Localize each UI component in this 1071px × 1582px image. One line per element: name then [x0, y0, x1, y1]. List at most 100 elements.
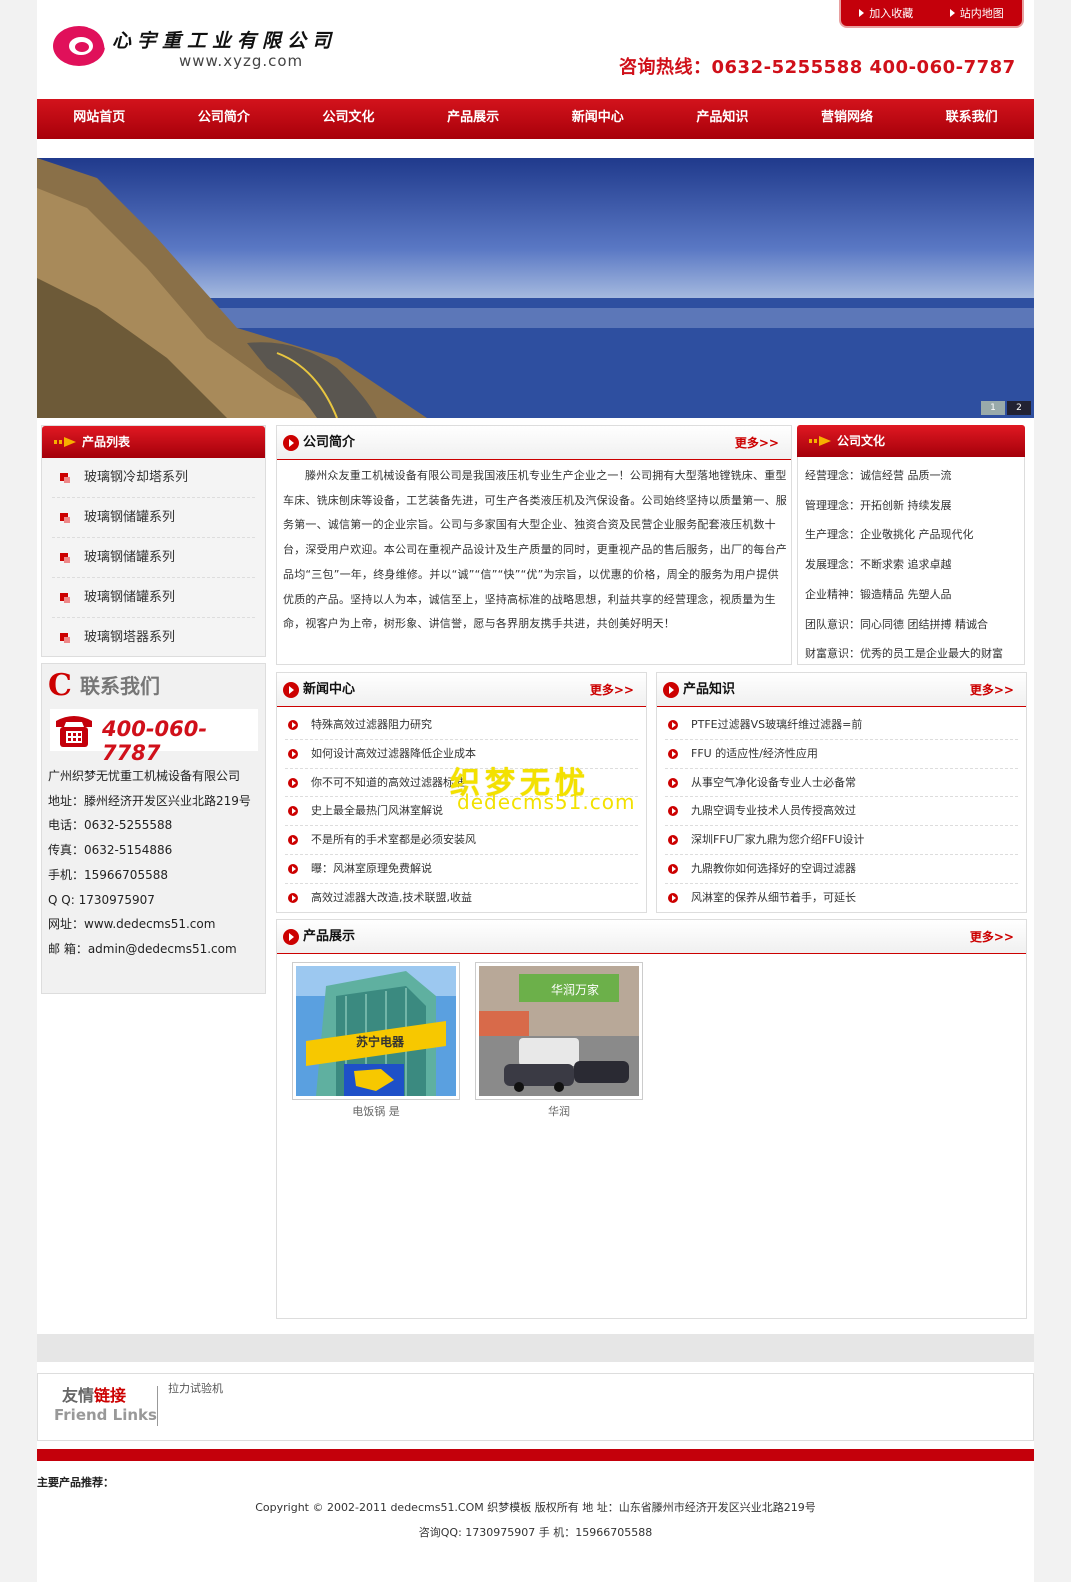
product-caption[interactable]: 华润 [475, 1103, 643, 1119]
product-image[interactable]: 华润万家 [475, 962, 643, 1100]
bullet-icon [60, 473, 70, 483]
bullet-icon [60, 633, 70, 643]
knowledge-section: 产品知识 更多>> PTFE过滤器VS玻璃纤维过滤器=前 FFU 的适应性/经济… [656, 672, 1027, 913]
banner-image [37, 158, 1034, 418]
bullet-icon [288, 892, 298, 903]
arrow-circle-icon [283, 929, 299, 945]
product-category-item[interactable]: 玻璃钢塔器系列 [52, 618, 255, 658]
knowledge-item[interactable]: 深圳FFU厂家九鼎为您介绍FFU设计 [665, 826, 1018, 855]
products-header: 产品展示 更多>> [277, 920, 1026, 954]
culture-item: 生产理念：企业敬挑化 产品现代化 [805, 528, 974, 542]
knowledge-item[interactable]: 九鼎空调专业技术人员传授高效过 [665, 797, 1018, 827]
nav-contact[interactable]: 联系我们 [909, 99, 1034, 139]
contact-website[interactable]: 网址：www.dedecms51.com [48, 912, 251, 937]
knowledge-item[interactable]: FFU 的适应性/经济性应用 [665, 740, 1018, 769]
knowledge-list: PTFE过滤器VS玻璃纤维过滤器=前 FFU 的适应性/经济性应用 从事空气净化… [657, 707, 1026, 913]
slide-nav: 1 2 [981, 401, 1031, 415]
bullet-icon [668, 806, 678, 817]
knowledge-item[interactable]: 九鼎教你如何选择好的空调过滤器 [665, 855, 1018, 884]
culture-item: 管理理念：开拓创新 持续发展 [805, 498, 952, 512]
bullet-icon [288, 863, 298, 874]
about-title: 公司简介 [303, 435, 356, 450]
culture-item: 发展理念：不断求索 追求卓越 [805, 558, 952, 572]
top-links: 加入收藏 站内地图 [839, 0, 1024, 28]
knowledge-more-link[interactable]: 更多>> [970, 673, 1014, 707]
logo-icon [53, 24, 108, 66]
slide-dot-1[interactable]: 1 [981, 401, 1005, 415]
nav-news[interactable]: 新闻中心 [536, 99, 661, 139]
product-category-item[interactable]: 玻璃钢储罐系列 [52, 538, 255, 578]
nav-culture[interactable]: 公司文化 [286, 99, 411, 139]
friend-links-subtitle: Friend Links [54, 1406, 157, 1424]
about-text: 滕州众友重工机械设备有限公司是我国液压机专业生产企业之一！公司拥有大型落地镗铣床… [283, 469, 787, 631]
culture-item: 企业精神：锻造精品 先塑人品 [805, 587, 952, 601]
nav-home[interactable]: 网站首页 [37, 99, 162, 139]
culture-item: 经营理念：诚信经营 品质一流 [805, 469, 952, 482]
product-card[interactable]: 华润万家 华润 [475, 962, 643, 1119]
friend-link[interactable]: 拉力试验机 [168, 1380, 223, 1396]
copyright: Copyright © 2002-2011 dedecms51.COM 织梦模板… [255, 1501, 816, 1514]
arrow-circle-icon [663, 682, 679, 698]
knowledge-header: 产品知识 更多>> [657, 673, 1026, 707]
bullet-icon [288, 835, 298, 846]
contact-tel: 电话：0632-5255588 [48, 818, 173, 833]
nav-about[interactable]: 公司简介 [162, 99, 287, 139]
about-header: 公司简介 更多>> [277, 426, 791, 460]
culture-list: 经营理念：诚信经营 品质一流 管理理念：开拓创新 持续发展 生产理念：企业敬挑化… [805, 461, 1003, 669]
products-section: 产品展示 更多>> 苏宁电器 电饭锅 是 华润万家 华润 [276, 919, 1027, 1319]
building-image: 苏宁电器 [296, 966, 456, 1096]
news-more-link[interactable]: 更多>> [590, 673, 634, 707]
nav-knowledge[interactable]: 产品知识 [660, 99, 785, 139]
contact-email[interactable]: 邮 箱：admin@dedecms51.com [48, 937, 251, 962]
culture-item: 财富意识：优秀的员工是企业最大的财富 [805, 647, 1003, 661]
product-card[interactable]: 苏宁电器 电饭锅 是 [292, 962, 460, 1119]
contact-phone-box: 400-060-7787 [50, 709, 258, 765]
store-sign-text: 华润万家 [551, 982, 599, 997]
telephone-icon [56, 716, 92, 747]
product-category-item[interactable]: 玻璃钢储罐系列 [52, 498, 255, 538]
nav-network[interactable]: 营销网络 [785, 99, 910, 139]
watermark-url: dedecms51.com [457, 790, 636, 814]
slide-dot-2[interactable]: 2 [1007, 401, 1031, 415]
bullet-icon [288, 720, 298, 730]
knowledge-item[interactable]: 风淋室的保养从细节着手，可延长 [665, 884, 1018, 913]
product-category-item[interactable]: 玻璃钢冷却塔系列 [52, 458, 255, 498]
product-recommend-label: 主要产品推荐： [37, 1476, 114, 1489]
sitemap-link[interactable]: 站内地图 [949, 5, 1004, 21]
add-favorite-link[interactable]: 加入收藏 [859, 5, 913, 21]
friend-links-title: 友情链接 [62, 1386, 127, 1405]
logo-text: 心宇重工业有限公司 [112, 30, 338, 52]
contact-company: 广州织梦无忧重工机械设备有限公司 [48, 769, 241, 783]
bullet-icon [60, 593, 70, 603]
about-more-link[interactable]: 更多>> [735, 426, 779, 460]
news-item[interactable]: 高效过滤器大改造,技术联盟,收益 [285, 884, 638, 913]
contact-mobile: 手机：15966705588 [48, 867, 168, 882]
banner[interactable]: 1 2 [37, 158, 1034, 418]
knowledge-item[interactable]: 从事空气净化设备专业人士必备常 [665, 769, 1018, 798]
news-item[interactable]: 特殊高效过滤器阻力研究 [285, 711, 638, 740]
about-section: 公司简介 更多>> 滕州众友重工机械设备有限公司是我国液压机专业生产企业之一！公… [276, 425, 792, 665]
main-nav: 网站首页 公司简介 公司文化 产品展示 新闻中心 产品知识 营销网络 联系我们 [37, 99, 1034, 139]
knowledge-title: 产品知识 [683, 682, 736, 697]
triangle-icon [949, 9, 955, 17]
arrow-icon [809, 436, 831, 446]
product-caption[interactable]: 电饭锅 是 [292, 1103, 460, 1119]
bullet-icon [668, 863, 678, 874]
contact-title: 联系我们 [80, 674, 160, 698]
nav-products[interactable]: 产品展示 [411, 99, 536, 139]
contact-phone: 400-060-7787 [102, 717, 208, 765]
hotline: 咨询热线：0632-5255588 400-060-7787 [619, 57, 1016, 78]
knowledge-item[interactable]: PTFE过滤器VS玻璃纤维过滤器=前 [665, 711, 1018, 740]
product-list-title: 产品列表 [82, 435, 131, 449]
bullet-icon [60, 513, 70, 523]
news-item[interactable]: 曝：风淋室原理免费解说 [285, 855, 638, 884]
news-item[interactable]: 不是所有的手术室都是必须安装风 [285, 826, 638, 855]
product-image[interactable]: 苏宁电器 [292, 962, 460, 1100]
products-more-link[interactable]: 更多>> [970, 920, 1014, 954]
contact-logo-icon: C [48, 668, 72, 703]
product-category-item[interactable]: 玻璃钢储罐系列 [52, 578, 255, 618]
bullet-icon [668, 748, 678, 759]
culture-title: 公司文化 [837, 434, 886, 448]
page: 心宇重工业有限公司 www.xyzg.com 加入收藏 站内地图 咨询热线：06… [37, 0, 1034, 1582]
news-title: 新闻中心 [303, 682, 356, 697]
